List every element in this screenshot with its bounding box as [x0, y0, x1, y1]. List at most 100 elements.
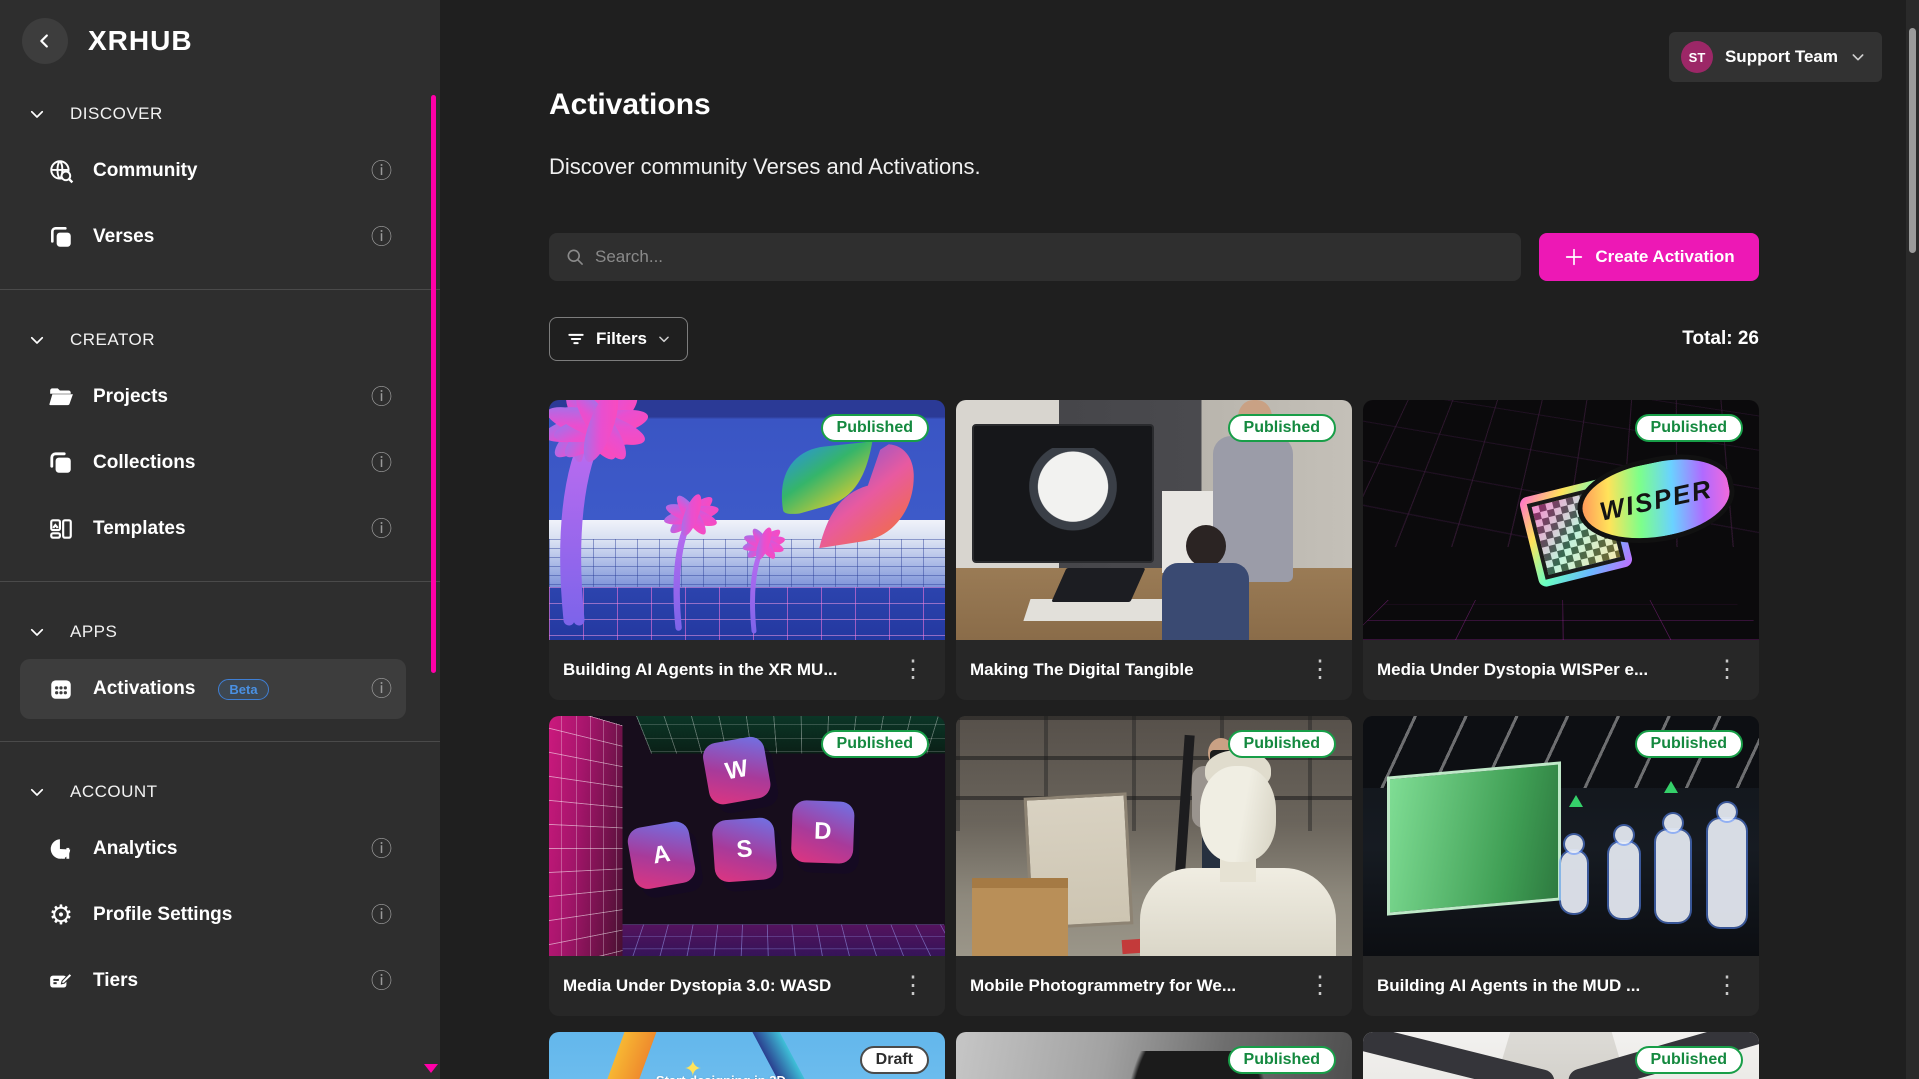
- section-label: APPS: [70, 622, 117, 642]
- activation-card[interactable]: Published Mobile Photogrammetry for We..…: [956, 716, 1352, 1016]
- info-icon[interactable]: ⓘ: [371, 453, 392, 474]
- activation-card[interactable]: ✦ ✦ Start designing in 3D Draft ⋮: [549, 1032, 945, 1079]
- layout-template-icon: [48, 516, 74, 542]
- user-menu[interactable]: ST Support Team: [1669, 32, 1882, 82]
- chevron-down-icon: [28, 623, 46, 641]
- info-icon[interactable]: ⓘ: [371, 971, 392, 992]
- card-title: Media Under Dystopia WISPer e...: [1377, 660, 1648, 680]
- nav-label: Verses: [93, 226, 154, 248]
- activation-card[interactable]: Published ⋮: [956, 1032, 1352, 1079]
- status-badge: Published: [1228, 730, 1336, 758]
- status-badge: Published: [821, 730, 929, 758]
- info-icon[interactable]: ⓘ: [371, 839, 392, 860]
- activation-card[interactable]: W A S D Published Media Under Dystopia 3…: [549, 716, 945, 1016]
- kebab-menu-icon[interactable]: ⋮: [897, 974, 929, 998]
- search-input[interactable]: [595, 247, 1505, 267]
- section-label: CREATOR: [70, 330, 155, 350]
- status-badge: Published: [1635, 1046, 1743, 1074]
- kebab-menu-icon[interactable]: ⋮: [897, 658, 929, 682]
- sidebar-item-projects[interactable]: Projects ⓘ: [20, 367, 406, 427]
- sidebar-divider: [0, 581, 440, 582]
- sidebar-item-activations[interactable]: Activations Beta ⓘ: [20, 659, 406, 719]
- card-title: Making The Digital Tangible: [970, 660, 1194, 680]
- section-label: ACCOUNT: [70, 782, 158, 802]
- status-badge: Published: [1635, 730, 1743, 758]
- copilot-logo: [753, 430, 924, 561]
- sidebar-item-verses[interactable]: Verses ⓘ: [20, 207, 406, 267]
- status-badge: Published: [1228, 414, 1336, 442]
- page-subtitle: Discover community Verses and Activation…: [549, 154, 1759, 180]
- activation-card[interactable]: WISPER Published Media Under Dystopia WI…: [1363, 400, 1759, 700]
- collapse-sidebar-button[interactable]: [22, 18, 68, 64]
- card-title: Building AI Agents in the XR MU...: [563, 660, 838, 680]
- gear-icon: ⚙: [48, 902, 74, 928]
- info-icon[interactable]: ⓘ: [371, 679, 392, 700]
- pie-chart-icon: [48, 836, 74, 862]
- sidebar-scrollbar-down-arrow[interactable]: [424, 1064, 438, 1073]
- marble-bust: [1140, 756, 1336, 956]
- filters-button[interactable]: Filters: [549, 317, 688, 361]
- avatar: ST: [1681, 41, 1713, 73]
- chevron-down-icon: [1850, 49, 1866, 65]
- activation-card[interactable]: Published ⋮: [1363, 1032, 1759, 1079]
- status-badge: Published: [1635, 414, 1743, 442]
- create-activation-button[interactable]: Create Activation: [1539, 233, 1759, 281]
- nav-label: Collections: [93, 452, 195, 474]
- activation-card[interactable]: Published Building AI Agents in the XR M…: [549, 400, 945, 700]
- wasd-keys: W A S D: [624, 730, 871, 923]
- chevron-down-icon: [657, 332, 671, 346]
- sidebar-item-analytics[interactable]: Analytics ⓘ: [20, 819, 406, 879]
- sidebar-section-discover[interactable]: DISCOVER: [0, 92, 440, 136]
- section-label: DISCOVER: [70, 104, 163, 124]
- page-scrollbar-thumb[interactable]: [1909, 28, 1916, 253]
- sidebar-item-profile-settings[interactable]: ⚙ Profile Settings ⓘ: [20, 885, 406, 945]
- card-overlay-text: Start designing in 3D: [656, 1073, 786, 1079]
- chevron-down-icon: [28, 105, 46, 123]
- filter-icon: [566, 329, 586, 349]
- chevron-left-icon: [34, 30, 56, 52]
- page-scrollbar-track[interactable]: [1906, 0, 1919, 1079]
- card-edit-icon: [48, 968, 74, 994]
- info-icon[interactable]: ⓘ: [371, 161, 392, 182]
- nav-label: Tiers: [93, 970, 138, 992]
- status-badge: Published: [1228, 1046, 1336, 1074]
- info-icon[interactable]: ⓘ: [371, 519, 392, 540]
- sidebar-divider: [0, 289, 440, 290]
- total-count: Total: 26: [1682, 328, 1759, 350]
- card-title: Mobile Photogrammetry for We...: [970, 976, 1236, 996]
- app-logo: XRHUB: [88, 25, 193, 57]
- chevron-down-icon: [28, 331, 46, 349]
- main-content: Activations Discover community Verses an…: [440, 0, 1919, 1079]
- nav-label: Projects: [93, 386, 168, 408]
- globe-search-icon: [48, 158, 74, 184]
- kebab-menu-icon[interactable]: ⋮: [1304, 658, 1336, 682]
- sidebar-item-templates[interactable]: Templates ⓘ: [20, 499, 406, 559]
- nav-label: Templates: [93, 518, 186, 540]
- activation-card[interactable]: Published Building AI Agents in the MUD …: [1363, 716, 1759, 1016]
- info-icon[interactable]: ⓘ: [371, 227, 392, 248]
- card-grid: Published Building AI Agents in the XR M…: [549, 400, 1759, 1079]
- status-badge: Published: [821, 414, 929, 442]
- nav-label: Profile Settings: [93, 904, 232, 926]
- info-icon[interactable]: ⓘ: [371, 905, 392, 926]
- kebab-menu-icon[interactable]: ⋮: [1711, 658, 1743, 682]
- card-title: Building AI Agents in the MUD ...: [1377, 976, 1640, 996]
- sidebar-item-community[interactable]: Community ⓘ: [20, 141, 406, 201]
- info-icon[interactable]: ⓘ: [371, 387, 392, 408]
- status-badge: Draft: [860, 1046, 929, 1074]
- sidebar-scrollbar-thumb[interactable]: [431, 95, 436, 673]
- layers-icon: [48, 224, 74, 250]
- stacked-squares-icon: [48, 450, 74, 476]
- sidebar-item-tiers[interactable]: Tiers ⓘ: [20, 951, 406, 1011]
- sidebar-section-account[interactable]: ACCOUNT: [0, 770, 440, 814]
- sidebar-section-apps[interactable]: APPS: [0, 610, 440, 654]
- nav-label: Analytics: [93, 838, 177, 860]
- kebab-menu-icon[interactable]: ⋮: [1711, 974, 1743, 998]
- page-title: Activations: [549, 88, 1759, 122]
- kebab-menu-icon[interactable]: ⋮: [1304, 974, 1336, 998]
- nav-label: Activations: [93, 678, 195, 700]
- sidebar-item-collections[interactable]: Collections ⓘ: [20, 433, 406, 493]
- activation-card[interactable]: Published Making The Digital Tangible ⋮: [956, 400, 1352, 700]
- sidebar-section-creator[interactable]: CREATOR: [0, 318, 440, 362]
- chevron-down-icon: [28, 783, 46, 801]
